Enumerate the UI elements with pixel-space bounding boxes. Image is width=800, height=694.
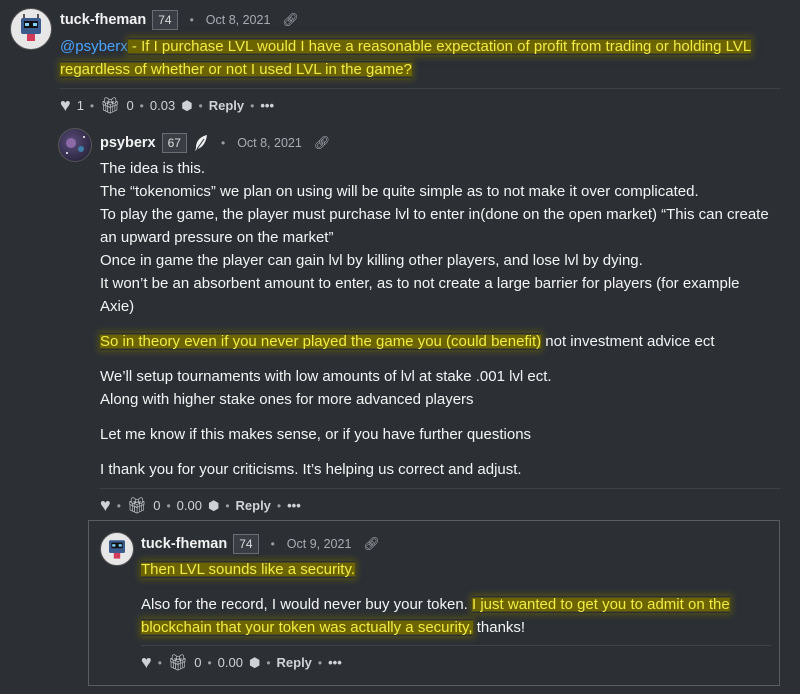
payout-value[interactable]: 0.03: [150, 98, 175, 113]
separator-dot: •: [225, 498, 230, 513]
tip-count: 0: [153, 498, 161, 513]
post-date[interactable]: Oct 8, 2021: [237, 136, 302, 150]
text-line: Also for the record, I would never buy y…: [141, 596, 730, 613]
text-line: Once in game the player can gain lvl by …: [100, 252, 643, 269]
reply-button[interactable]: Reply: [236, 498, 271, 513]
separator-dot: •: [89, 98, 95, 113]
gift-icon[interactable]: 🎁︎: [100, 96, 120, 116]
reputation-badge: 74: [233, 534, 259, 554]
heart-icon[interactable]: ♥: [100, 495, 111, 516]
divider: [141, 645, 771, 646]
reputation-badge: 74: [152, 10, 178, 30]
author-name[interactable]: tuck-fheman: [141, 536, 227, 552]
robot-avatar-icon: [109, 540, 125, 559]
separator-dot: •: [139, 98, 144, 113]
text-line: an upward pressure on the market”: [100, 229, 334, 246]
reply-button[interactable]: Reply: [277, 655, 312, 670]
text-line: The idea is this.: [100, 160, 206, 177]
separator-dot: •: [157, 655, 162, 670]
comment-actions: ♥ • 🎁︎ 0 • 0.00 ⬢ • Reply • •••: [141, 652, 348, 673]
separator-dot: •: [266, 655, 271, 670]
separator-dot: •: [250, 98, 255, 113]
separator-dot: •: [116, 498, 121, 513]
divider: [60, 88, 780, 89]
separator-dot: •: [270, 537, 275, 551]
comment-body: The idea is this. The “tokenomics” we pl…: [100, 157, 790, 481]
text-line: So in theory even if you never played th…: [100, 333, 715, 350]
user-mention[interactable]: @psyberx: [60, 38, 128, 55]
comment-actions: ♥ 1 • 🎁︎ 0 • 0.03 ⬢ • Reply • •••: [60, 95, 280, 116]
reputation-badge: 67: [161, 133, 187, 153]
robot-avatar-icon: [21, 14, 41, 41]
highlight-text: I just wanted to get you to admit on the: [472, 596, 730, 613]
highlight-text: Then LVL sounds like a security.: [141, 561, 355, 578]
avatar[interactable]: [10, 8, 52, 50]
text-line: I thank you for your criticisms. It’s he…: [100, 461, 522, 478]
divider: [100, 488, 780, 489]
separator-dot: •: [198, 98, 203, 113]
text-line: Along with higher stake ones for more ad…: [100, 391, 474, 408]
heart-icon[interactable]: ♥: [60, 95, 71, 116]
comment-body: Then LVL sounds like a security. Also fo…: [141, 558, 771, 639]
text-line: To play the game, the player must purcha…: [100, 206, 769, 223]
separator-dot: •: [207, 655, 212, 670]
text-line: We’ll setup tournaments with low amounts…: [100, 368, 552, 385]
hive-icon: ⬢: [248, 654, 261, 670]
hive-icon: ⬢: [207, 497, 220, 513]
highlight-text: So in theory even if you never played th…: [100, 333, 542, 350]
tip-count: 0: [194, 655, 202, 670]
feather-icon: [194, 135, 207, 151]
link-icon[interactable]: 🔗︎: [363, 536, 380, 552]
author-name[interactable]: tuck-fheman: [60, 12, 146, 28]
separator-dot: •: [166, 498, 171, 513]
reply-button[interactable]: Reply: [209, 98, 244, 113]
post-date[interactable]: Oct 9, 2021: [287, 537, 352, 551]
comment-actions: ♥ • 🎁︎ 0 • 0.00 ⬢ • Reply • •••: [100, 495, 307, 516]
more-options-icon[interactable]: •••: [260, 98, 274, 113]
link-icon[interactable]: 🔗︎: [314, 135, 331, 151]
author-name[interactable]: psyberx: [100, 135, 156, 151]
space-avatar-icon: [66, 136, 85, 154]
highlight-text: blockchain that your token was actually …: [141, 619, 473, 636]
post-date[interactable]: Oct 8, 2021: [206, 13, 271, 27]
payout-value[interactable]: 0.00: [177, 498, 202, 513]
comment-header: tuck-fheman 74 • Oct 9, 2021 🔗︎: [141, 534, 380, 554]
separator-dot: •: [189, 13, 194, 27]
separator-dot: •: [276, 498, 282, 513]
avatar[interactable]: [58, 128, 92, 162]
payout-value[interactable]: 0.00: [218, 655, 243, 670]
tip-count: 0: [126, 98, 134, 113]
comment-header: tuck-fheman 74 • Oct 8, 2021 🔗︎: [60, 10, 299, 30]
gift-icon[interactable]: 🎁︎: [168, 653, 188, 673]
text-line: blockchain that your token was actually …: [141, 619, 526, 636]
highlight-text: - If I purchase LVL would I have a reaso…: [127, 38, 752, 55]
text-line: It won’t be an absorbent amount to enter…: [100, 275, 740, 292]
link-icon[interactable]: 🔗︎: [282, 12, 299, 28]
more-options-icon[interactable]: •••: [287, 498, 301, 513]
highlight-text: regardless of whether or not I used LVL …: [60, 61, 412, 78]
text-line: The “tokenomics” we plan on using will b…: [100, 183, 699, 200]
separator-dot: •: [220, 136, 226, 150]
text-line: Then LVL sounds like a security.: [141, 558, 771, 581]
vote-count[interactable]: 1: [77, 98, 84, 113]
avatar[interactable]: [100, 532, 134, 566]
text-line: Let me know if this makes sense, or if y…: [100, 426, 532, 443]
gift-icon[interactable]: 🎁︎: [127, 496, 147, 516]
text-line: Axie): [100, 298, 135, 315]
separator-dot: •: [317, 655, 323, 670]
comment-body: @psyberx - If I purchase LVL would I hav…: [60, 35, 760, 81]
hive-icon: ⬢: [181, 97, 193, 113]
heart-icon[interactable]: ♥: [141, 652, 152, 673]
more-options-icon[interactable]: •••: [328, 655, 342, 670]
comment-header: psyberx 67 • Oct 8, 2021 🔗︎: [100, 133, 330, 153]
